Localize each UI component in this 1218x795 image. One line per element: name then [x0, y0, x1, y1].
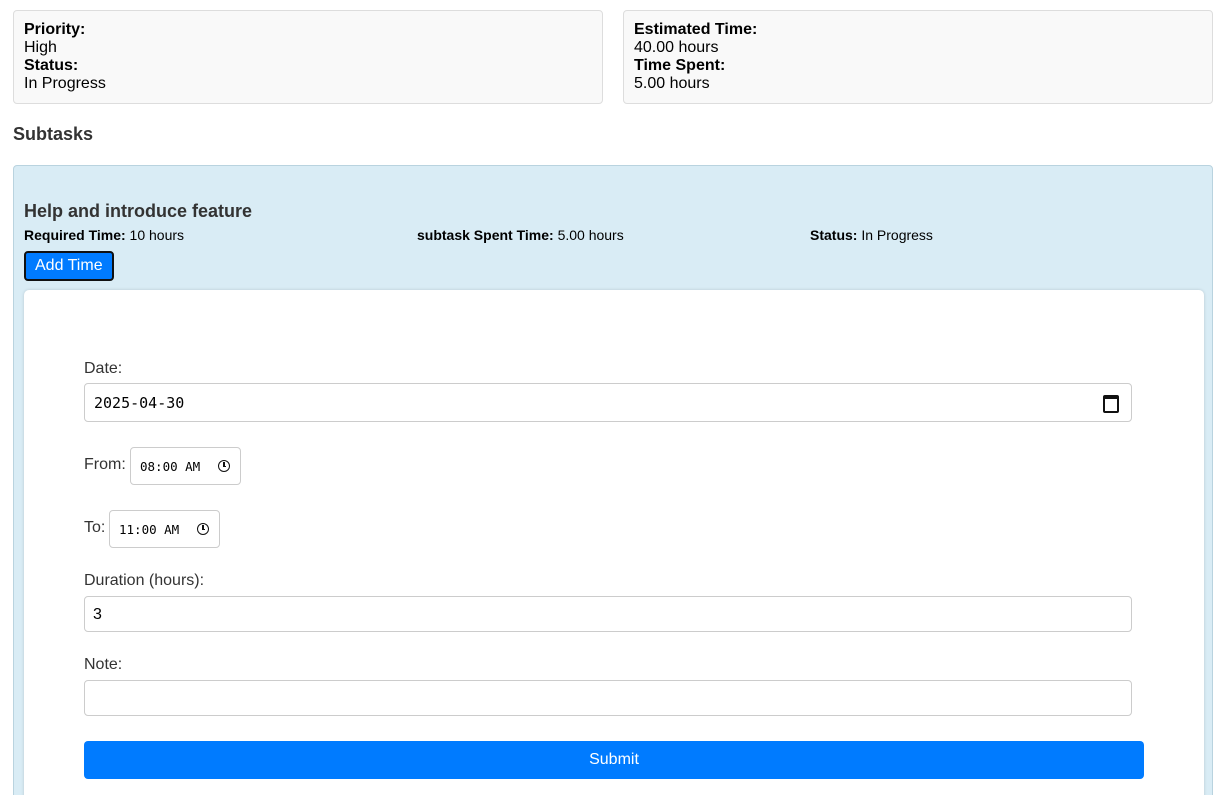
duration-label: Duration (hours): — [84, 572, 205, 589]
calendar-icon[interactable] — [1103, 395, 1119, 413]
page: Priority: High Status: In Progress Estim… — [0, 0, 1218, 795]
estimated-time-label: Estimated Time: — [634, 21, 758, 38]
to-label: To: — [84, 519, 106, 536]
from-time-value: 08:00 AM — [140, 459, 201, 474]
subtask-spent-time: subtask Spent Time: 5.00 hours — [417, 227, 624, 243]
subtask-spent-label: subtask Spent Time: — [417, 227, 554, 243]
subtask-required-time: Required Time: 10 hours — [24, 227, 184, 243]
add-time-form: Date: 2025-04-30 From: 08:00 AM To: 11:0… — [24, 290, 1204, 795]
date-label: Date: — [84, 360, 123, 377]
task-time-card: Estimated Time: 40.00 hours Time Spent: … — [623, 10, 1213, 104]
date-value: 2025-04-30 — [94, 394, 185, 412]
subtask-panel: Help and introduce feature Required Time… — [13, 165, 1213, 795]
subtask-title: Help and introduce feature — [24, 201, 253, 221]
subtasks-heading: Subtasks — [13, 124, 94, 144]
priority-value: High — [24, 39, 57, 56]
from-time-input[interactable]: 08:00 AM — [130, 447, 241, 485]
clock-icon[interactable] — [218, 460, 230, 472]
clock-icon[interactable] — [197, 523, 209, 535]
priority-label: Priority: — [24, 21, 86, 38]
to-time-value: 11:00 AM — [119, 522, 180, 537]
date-input[interactable]: 2025-04-30 — [84, 383, 1132, 422]
status-label: Status: — [24, 57, 79, 74]
estimated-time-value: 40.00 hours — [634, 39, 719, 56]
subtask-status: Status: In Progress — [810, 227, 933, 243]
subtask-status-value: In Progress — [861, 227, 933, 243]
submit-button[interactable]: Submit — [84, 741, 1144, 779]
task-priority-status-card: Priority: High Status: In Progress — [13, 10, 603, 104]
required-time-label: Required Time: — [24, 227, 126, 243]
time-spent-label: Time Spent: — [634, 57, 726, 74]
note-input[interactable] — [84, 680, 1132, 716]
to-time-input[interactable]: 11:00 AM — [109, 510, 220, 548]
status-value: In Progress — [24, 75, 106, 92]
duration-input[interactable]: 3 — [84, 596, 1132, 632]
required-time-value: 10 hours — [129, 227, 185, 243]
subtask-status-label: Status: — [810, 227, 858, 243]
note-label: Note: — [84, 656, 123, 673]
subtask-spent-value: 5.00 hours — [557, 227, 624, 243]
from-label: From: — [84, 456, 126, 473]
add-time-button[interactable]: Add Time — [24, 251, 114, 281]
time-spent-value: 5.00 hours — [634, 75, 710, 92]
duration-value: 3 — [93, 606, 102, 623]
